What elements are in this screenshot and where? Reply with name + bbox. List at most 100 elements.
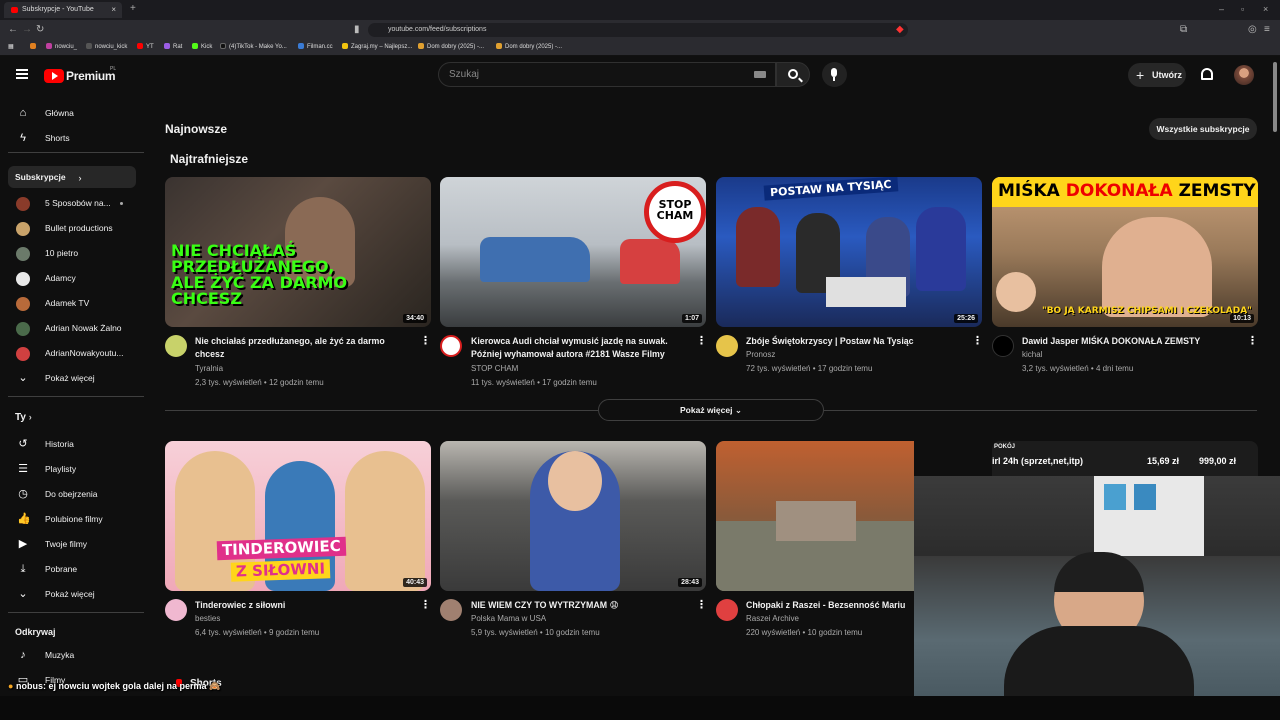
you-section-header[interactable]: Ty › bbox=[15, 412, 32, 423]
sidebar-show-more[interactable]: ⌄ Pokaż więcej bbox=[8, 583, 136, 605]
sidebar-item-downloads[interactable]: ⤓ Pobrane bbox=[8, 558, 136, 580]
video-thumbnail[interactable]: TINDEROWIEC Z SIŁOWNI 40:43 bbox=[165, 441, 431, 591]
maximize-icon[interactable]: ▫ bbox=[1241, 4, 1244, 14]
channel-avatar bbox=[16, 297, 30, 311]
more-actions-icon[interactable]: ⋮ bbox=[420, 336, 431, 348]
history-icon: ↺ bbox=[18, 438, 28, 450]
bookmark-item[interactable]: nowciu_kick bbox=[86, 43, 127, 50]
channel-name[interactable]: STOP CHAM bbox=[471, 364, 518, 373]
close-window-icon[interactable]: × bbox=[1263, 4, 1268, 14]
channel-name[interactable]: Raszei Archive bbox=[746, 614, 799, 623]
channel-avatar[interactable] bbox=[716, 335, 738, 357]
video-title[interactable]: Chłopaki z Raszei - Bezsenność Mariu bbox=[746, 599, 914, 612]
more-actions-icon[interactable]: ⋮ bbox=[420, 600, 431, 612]
more-actions-icon[interactable]: ⋮ bbox=[972, 336, 983, 348]
sidebar-item-playlists[interactable]: ☰ Playlisty bbox=[8, 458, 136, 480]
bookmark-item[interactable]: Kick bbox=[192, 43, 212, 50]
bookmark-item[interactable]: Rat bbox=[164, 43, 182, 50]
sidebar-item-subscriptions[interactable]: Subskrypcje › bbox=[8, 166, 136, 188]
video-title[interactable]: Tinderowiec z siłowni bbox=[195, 599, 410, 612]
new-tab-icon[interactable]: + bbox=[130, 3, 136, 14]
channel-avatar[interactable] bbox=[165, 599, 187, 621]
show-more-label: Pokaż więcej bbox=[680, 405, 733, 415]
bookmark-icon[interactable]: ▮ bbox=[354, 24, 360, 35]
minimize-icon[interactable]: – bbox=[1219, 4, 1224, 14]
video-title[interactable]: NIE WIEM CZY TO WYTRZYMAM 😧 bbox=[471, 599, 686, 612]
stream-top-label: POKÓJ bbox=[994, 444, 1016, 450]
video-thumbnail[interactable]: STOP CHAM 1:07 bbox=[440, 177, 706, 327]
back-icon[interactable]: ← bbox=[8, 24, 18, 35]
sidebar-item-music[interactable]: ♪ Muzyka bbox=[8, 644, 136, 666]
channel-name[interactable]: Polska Mama w USA bbox=[471, 614, 546, 623]
guide-menu-icon[interactable] bbox=[16, 69, 28, 79]
bookmark-item[interactable]: Dom dobry (2025) -... bbox=[418, 43, 484, 50]
video-thumbnail[interactable]: NIE CHCIAŁAŚ PRZEDŁUŻANEGO, ALE ŻYĆ ZA D… bbox=[165, 177, 431, 327]
video-title[interactable]: Nie chciałaś przedłużanego, ale żyć za d… bbox=[195, 335, 410, 361]
keyboard-icon[interactable] bbox=[754, 71, 766, 78]
page-scrollbar[interactable] bbox=[1273, 62, 1277, 132]
bookmark-item[interactable]: Dom dobry (2025) -... bbox=[496, 43, 562, 50]
sidebar-item-liked[interactable]: 👍 Polubione filmy bbox=[8, 508, 136, 530]
sidebar-item-channel[interactable]: Bullet productions bbox=[8, 217, 136, 239]
stop-cham-logo: STOP CHAM bbox=[644, 181, 706, 243]
all-subscriptions-button[interactable]: Wszystkie subskrypcje bbox=[1149, 118, 1257, 140]
sidebar-show-more[interactable]: ⌄ Pokaż więcej bbox=[8, 367, 136, 389]
video-thumbnail[interactable]: MIŚKA DOKONAŁA ZEMSTY "BO JĄ KARMISZ CHI… bbox=[992, 177, 1258, 327]
create-button[interactable]: + Utwórz bbox=[1128, 63, 1186, 87]
show-more-button[interactable]: Pokaż więcej ⌄ bbox=[598, 399, 824, 421]
brave-shield-icon[interactable]: ◆ bbox=[896, 24, 904, 35]
channel-name[interactable]: Tyralnia bbox=[195, 364, 223, 373]
bookmark-item[interactable]: Zagraj.my – Najlepsz... bbox=[342, 43, 412, 50]
sidebar-item-watch-later[interactable]: ◷ Do obejrzenia bbox=[8, 483, 136, 505]
search-button[interactable] bbox=[776, 62, 810, 87]
sidebar-item-history[interactable]: ↺ Historia bbox=[8, 433, 136, 455]
bookmark-item[interactable]: (4)TikTok - Make Yo... bbox=[220, 43, 287, 50]
video-thumbnail[interactable]: POSTAW NA TYSIĄC 25:26 bbox=[716, 177, 982, 327]
more-actions-icon[interactable]: ⋮ bbox=[1247, 336, 1258, 348]
forward-icon[interactable]: → bbox=[22, 24, 32, 35]
url-field[interactable]: youtube.com/feed/subscriptions bbox=[368, 23, 908, 37]
sidebar-item-shorts[interactable]: ϟ Shorts bbox=[8, 127, 136, 149]
voice-search-icon[interactable] bbox=[822, 62, 847, 87]
logo-text[interactable]: Premium bbox=[66, 69, 116, 83]
channel-name[interactable]: Pronosz bbox=[746, 350, 775, 359]
video-thumbnail[interactable]: 28:43 bbox=[440, 441, 706, 591]
channel-avatar[interactable] bbox=[992, 335, 1014, 357]
sidebar-item-home[interactable]: ⌂ Główna bbox=[8, 102, 136, 124]
sidebar-item-channel[interactable]: 10 pietro bbox=[8, 242, 136, 264]
apps-icon[interactable]: ▦ bbox=[8, 43, 14, 50]
channel-avatar[interactable] bbox=[716, 599, 738, 621]
channel-name[interactable]: kichal bbox=[1022, 350, 1042, 359]
bookmark-item[interactable]: Filman.cc bbox=[298, 43, 333, 50]
bookmark-item[interactable]: nowciu_ bbox=[46, 43, 77, 50]
video-title[interactable]: Dawid Jasper MIŚKA DOKONAŁA ZEMSTY bbox=[1022, 335, 1237, 348]
reload-icon[interactable]: ↻ bbox=[36, 24, 44, 35]
extensions-icon[interactable]: ⧉ bbox=[1180, 24, 1187, 35]
more-actions-icon[interactable]: ⋮ bbox=[696, 600, 707, 612]
sidebar-item-your-videos[interactable]: ▶ Twoje filmy bbox=[8, 533, 136, 555]
sidebar-item-channel[interactable]: AdrianNowakyoutu... bbox=[8, 342, 136, 364]
sidebar-item-channel[interactable]: Adamek TV bbox=[8, 292, 136, 314]
channel-avatar[interactable] bbox=[440, 335, 462, 357]
sidebar-item-channel[interactable]: Adrian Nowak Żalno bbox=[8, 317, 136, 339]
channel-avatar[interactable] bbox=[440, 599, 462, 621]
youtube-logo-icon[interactable] bbox=[44, 69, 64, 83]
more-actions-icon[interactable]: ⋮ bbox=[696, 336, 707, 348]
video-title[interactable]: Zbóje Świętokrzyscy | Postaw Na Tysiąc bbox=[746, 335, 961, 348]
address-bar: ← → ↻ ▮ youtube.com/feed/subscriptions ◆… bbox=[0, 20, 1280, 40]
browser-tab[interactable]: Subskrypcje - YouTube × bbox=[4, 2, 122, 18]
channel-avatar[interactable] bbox=[165, 335, 187, 357]
channel-name[interactable]: besties bbox=[195, 614, 220, 623]
close-tab-icon[interactable]: × bbox=[111, 5, 116, 14]
menu-icon[interactable]: ≡ bbox=[1264, 24, 1270, 35]
bookmark-item[interactable]: YT bbox=[137, 43, 154, 50]
vpn-icon[interactable]: ◎ bbox=[1248, 24, 1257, 35]
avatar[interactable] bbox=[1234, 65, 1254, 85]
sidebar-item-channel[interactable]: 5 Sposobów na... bbox=[8, 192, 136, 214]
bookmark-item[interactable] bbox=[30, 43, 39, 50]
video-title[interactable]: Kierowca Audi chciał wymusić jazdę na su… bbox=[471, 335, 686, 361]
sidebar-item-channel[interactable]: Adamcy bbox=[8, 267, 136, 289]
search-input[interactable]: Szukaj bbox=[438, 62, 776, 87]
video-thumbnail[interactable] bbox=[716, 441, 914, 591]
notifications-bell-icon[interactable] bbox=[1201, 68, 1213, 80]
